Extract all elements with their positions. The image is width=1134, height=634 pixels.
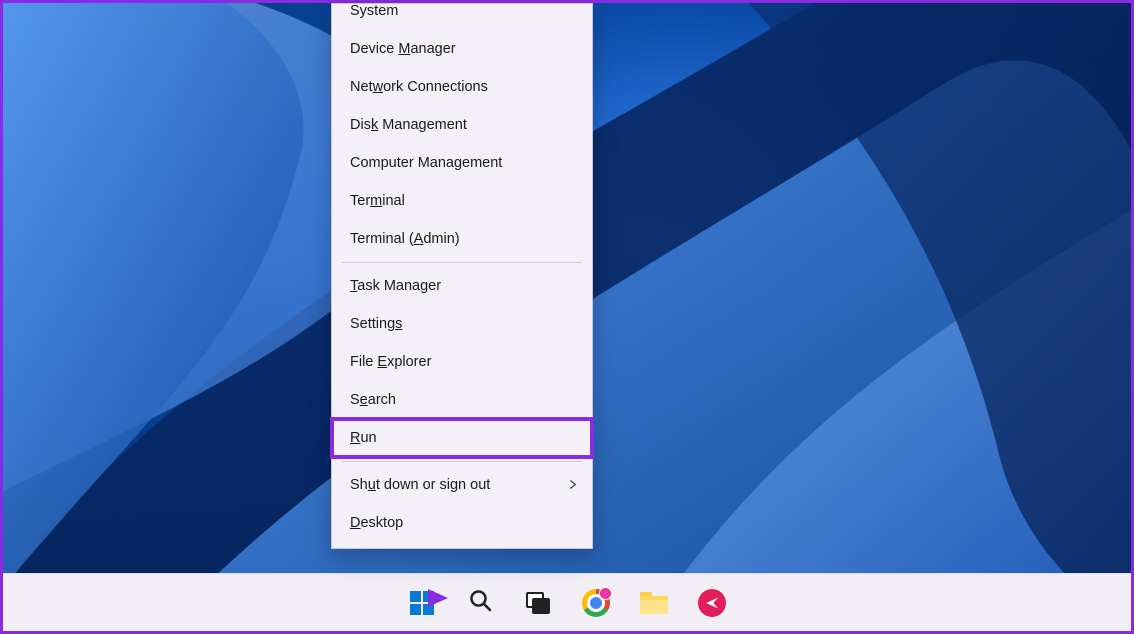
menu-separator (342, 461, 582, 462)
menu-item-label: File Explorer (350, 354, 431, 370)
search-button[interactable] (460, 583, 500, 623)
menu-item-network-connections[interactable]: Network Connections (332, 68, 592, 106)
pinned-app[interactable] (692, 583, 732, 623)
menu-item-label: Disk Management (350, 117, 467, 133)
menu-item-label: Desktop (350, 515, 403, 531)
menu-item-label: Device Manager (350, 41, 456, 57)
menu-item-run[interactable]: Run (332, 419, 592, 457)
menu-item-label: Shut down or sign out (350, 477, 490, 493)
menu-item-label: Terminal (Admin) (350, 231, 460, 247)
menu-item-label: Computer Management (350, 155, 502, 171)
menu-item-label: System (350, 3, 398, 19)
folder-icon (640, 592, 668, 614)
menu-item-label: Search (350, 392, 396, 408)
menu-item-label: Network Connections (350, 79, 488, 95)
taskbar (3, 573, 1131, 631)
menu-item-label: Task Manager (350, 278, 441, 294)
start-button[interactable] (402, 583, 442, 623)
menu-item-search[interactable]: Search (332, 381, 592, 419)
menu-item-label: Settings (350, 316, 402, 332)
menu-item-device-manager[interactable]: Device Manager (332, 30, 592, 68)
menu-separator (342, 262, 582, 263)
app-icon (698, 589, 726, 617)
menu-item-shut-down-or-sign-out[interactable]: Shut down or sign out (332, 466, 592, 504)
chevron-right-icon (569, 477, 578, 493)
menu-item-label: Run (350, 430, 377, 446)
chrome-icon (582, 589, 610, 617)
task-view-button[interactable] (518, 583, 558, 623)
menu-item-disk-management[interactable]: Disk Management (332, 106, 592, 144)
windows-icon (410, 591, 434, 615)
menu-item-label: Terminal (350, 193, 405, 209)
menu-item-desktop[interactable]: Desktop (332, 504, 592, 542)
chrome-app[interactable] (576, 583, 616, 623)
menu-item-computer-management[interactable]: Computer Management (332, 144, 592, 182)
menu-item-settings[interactable]: Settings (332, 305, 592, 343)
start-context-menu: System Device Manager Network Connections D… (331, 3, 593, 549)
file-explorer-app[interactable] (634, 583, 674, 623)
menu-item-system[interactable]: System (332, 4, 592, 30)
search-icon (468, 588, 492, 617)
task-view-icon (526, 592, 550, 614)
menu-item-terminal[interactable]: Terminal (332, 182, 592, 220)
menu-item-file-explorer[interactable]: File Explorer (332, 343, 592, 381)
menu-item-terminal-admin[interactable]: Terminal (Admin) (332, 220, 592, 258)
menu-item-task-manager[interactable]: Task Manager (332, 267, 592, 305)
